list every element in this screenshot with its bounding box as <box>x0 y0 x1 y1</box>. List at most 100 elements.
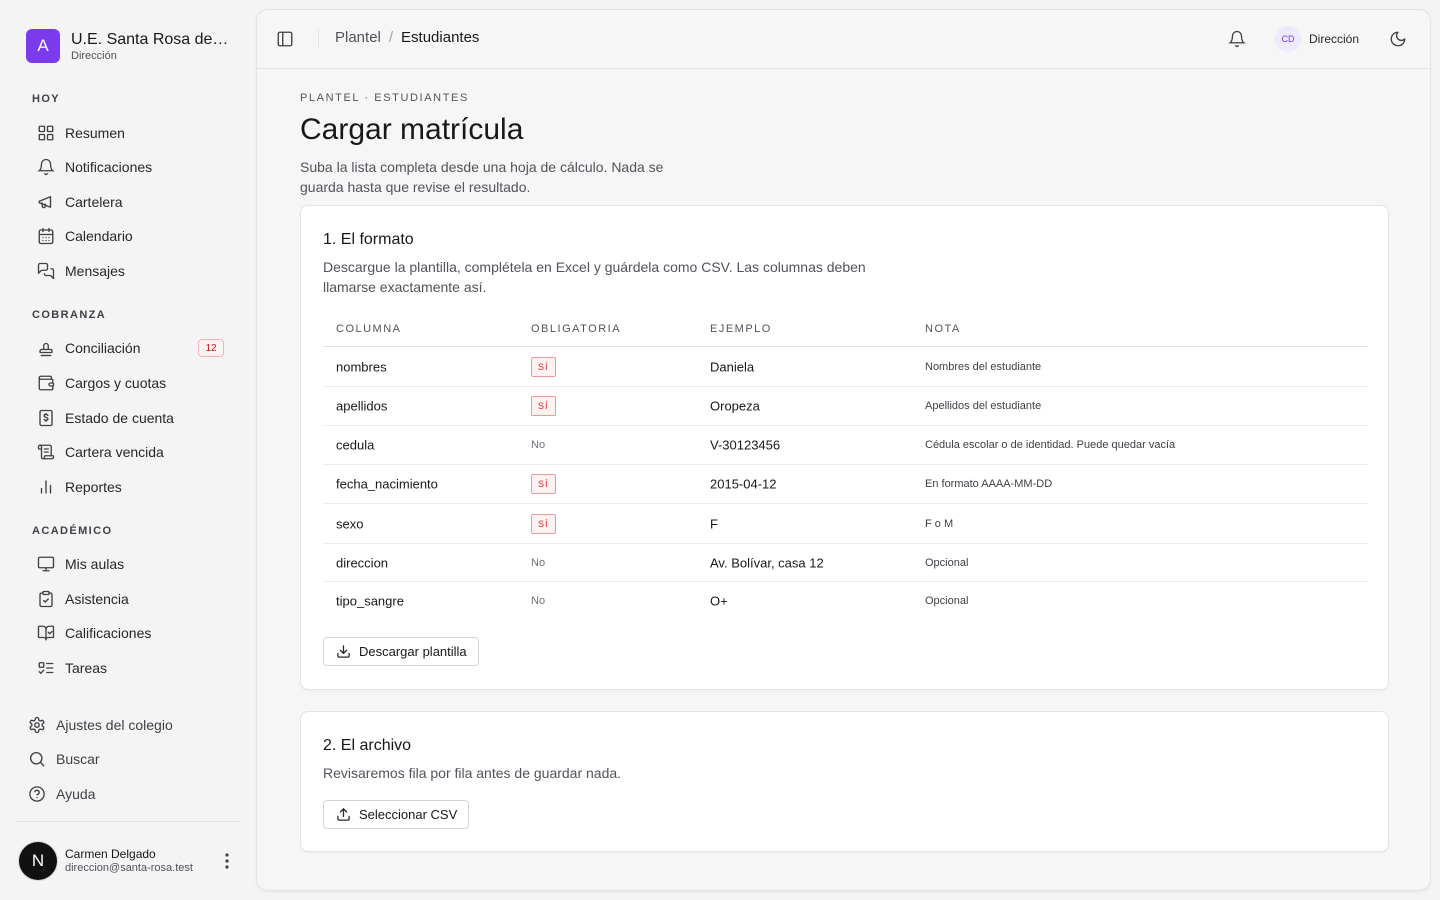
main-panel: Plantel / Estudiantes CD Dirección PLANT… <box>256 9 1431 891</box>
note-text: Opcional <box>925 595 969 607</box>
more-vertical-icon[interactable] <box>219 851 235 871</box>
example-value: Av. Bolívar, casa 12 <box>710 555 824 570</box>
download-icon <box>336 644 351 659</box>
example-value: F <box>710 516 718 531</box>
column-header: OBLIGATORIA <box>531 323 622 335</box>
breadcrumb: Plantel / Estudiantes <box>335 29 479 46</box>
columns-table: COLUMNA OBLIGATORIA EJEMPLO NOTA nombres… <box>323 316 1368 620</box>
column-header: COLUMNA <box>336 323 402 335</box>
optional-label: No <box>531 556 546 569</box>
table-row: direccion No Av. Bolívar, casa 12 Opcion… <box>323 544 1368 582</box>
section-label-academico: ACADÉMICO <box>32 525 113 537</box>
sidebar-toggle-icon[interactable] <box>276 30 294 48</box>
avatar: CD <box>1275 26 1301 52</box>
school-logo: A <box>26 29 60 63</box>
megaphone-icon <box>37 193 55 211</box>
sidebar-item-label: Asistencia <box>65 591 129 607</box>
moon-icon[interactable] <box>1389 30 1407 48</box>
sidebar-item-cartera-vencida[interactable]: Cartera vencida <box>26 437 230 467</box>
column-name: fecha_nacimiento <box>336 476 438 492</box>
page-eyebrow: PLANTEL · ESTUDIANTES <box>300 92 469 104</box>
sidebar-item-label: Notificaciones <box>65 159 153 175</box>
search-icon <box>28 750 46 768</box>
breadcrumb-plantel[interactable]: Plantel <box>335 29 381 46</box>
clipboard-check-icon <box>37 590 55 608</box>
example-value: O+ <box>710 593 728 609</box>
school-switcher[interactable]: A U.E. Santa Rosa de Lima Dirección <box>26 29 231 63</box>
bar-chart-icon <box>37 478 55 496</box>
sidebar-item-mis-aulas[interactable]: Mis aulas <box>26 549 230 579</box>
table-row: cedula No V-30123456 Cédula escolar o de… <box>323 426 1368 465</box>
sidebar-item-label: Ajustes del colegio <box>56 717 173 733</box>
sidebar-item-ajustes[interactable]: Ajustes del colegio <box>28 710 173 740</box>
column-header: NOTA <box>925 323 961 335</box>
sidebar-item-asistencia[interactable]: Asistencia <box>26 584 230 614</box>
sidebar-item-ayuda[interactable]: Ayuda <box>28 779 95 809</box>
sidebar-item-mensajes[interactable]: Mensajes <box>26 256 230 286</box>
page-title: Cargar matrícula <box>300 113 524 146</box>
count-badge: 12 <box>198 339 224 357</box>
column-name: tipo_sangre <box>336 593 404 609</box>
sidebar-item-cartelera[interactable]: Cartelera <box>26 187 230 217</box>
example-value: 2015-04-12 <box>710 476 777 492</box>
sidebar-item-label: Cartera vencida <box>65 444 164 460</box>
download-template-button[interactable]: Descargar plantilla <box>323 637 479 666</box>
required-badge: SÍ <box>531 513 556 534</box>
required-badge: SÍ <box>531 474 556 494</box>
user-name: Carmen Delgado <box>65 847 156 861</box>
profile-menu[interactable]: CD Dirección <box>1275 26 1359 52</box>
sidebar-item-label: Resumen <box>65 125 125 141</box>
button-label: Descargar plantilla <box>359 644 467 659</box>
page-description: Suba la lista completa desde una hoja de… <box>300 159 664 195</box>
receipt-icon <box>37 443 55 461</box>
column-name: sexo <box>336 516 364 531</box>
user-card[interactable]: N Carmen Delgado direccion@santa-rosa.te… <box>19 842 239 880</box>
bell-icon <box>37 158 55 176</box>
example-value: Oropeza <box>710 398 760 414</box>
sidebar-item-calificaciones[interactable]: Calificaciones <box>26 618 230 648</box>
example-value: Daniela <box>710 359 755 374</box>
note-text: F o M <box>925 517 954 530</box>
card-title: 2. El archivo <box>323 737 412 754</box>
sidebar-item-buscar[interactable]: Buscar <box>28 744 100 774</box>
column-name: apellidos <box>336 398 388 414</box>
breadcrumb-estudiantes: Estudiantes <box>401 29 480 46</box>
user-email: direccion@santa-rosa.test <box>65 862 193 874</box>
sidebar-item-conciliacion[interactable]: Conciliación 12 <box>26 333 230 363</box>
presentation-icon <box>37 555 55 573</box>
column-name: direccion <box>336 555 389 570</box>
sidebar-item-notificaciones[interactable]: Notificaciones <box>26 152 230 182</box>
gear-icon <box>28 716 46 734</box>
sidebar-item-label: Conciliación <box>65 340 141 356</box>
example-value: V-30123456 <box>710 437 781 453</box>
sidebar-item-resumen[interactable]: Resumen <box>26 118 230 148</box>
table-header: COLUMNA OBLIGATORIA EJEMPLO NOTA <box>323 316 1368 347</box>
sidebar-item-tareas[interactable]: Tareas <box>26 653 230 683</box>
table-row: tipo_sangre No O+ Opcional <box>323 582 1368 620</box>
wallet-icon <box>37 374 55 392</box>
dollar-receipt-icon <box>37 409 55 427</box>
note-text: Nombres del estudiante <box>925 360 1042 373</box>
sidebar-item-label: Mensajes <box>65 263 125 279</box>
sidebar-item-reportes[interactable]: Reportes <box>26 472 230 502</box>
sidebar-item-estado-de-cuenta[interactable]: Estado de cuenta <box>26 403 230 433</box>
calendar-icon <box>37 227 55 245</box>
table-row: apellidos SÍ Oropeza Apellidos del estud… <box>323 387 1368 426</box>
sidebar-item-cargos-y-cuotas[interactable]: Cargos y cuotas <box>26 368 230 398</box>
select-csv-button[interactable]: Seleccionar CSV <box>323 800 470 829</box>
column-name: nombres <box>336 359 387 374</box>
table-row: nombres SÍ Daniela Nombres del estudiant… <box>323 347 1368 387</box>
bell-icon[interactable] <box>1228 30 1246 48</box>
section-label-hoy: HOY <box>32 93 61 105</box>
breadcrumb-separator: / <box>388 29 394 46</box>
file-card: 2. El archivo Revisaremos fila por fila … <box>300 711 1389 852</box>
avatar: N <box>19 842 57 880</box>
card-description: Revisaremos fila por fila antes de guard… <box>323 765 622 781</box>
table-row: sexo SÍ F F o M <box>323 504 1368 544</box>
column-name: cedula <box>336 437 375 453</box>
help-icon <box>28 785 46 803</box>
school-role: Dirección <box>71 49 117 62</box>
sidebar-item-calendario[interactable]: Calendario <box>26 221 230 251</box>
sidebar-item-label: Mis aulas <box>65 556 125 572</box>
sidebar-item-label: Tareas <box>65 660 108 676</box>
